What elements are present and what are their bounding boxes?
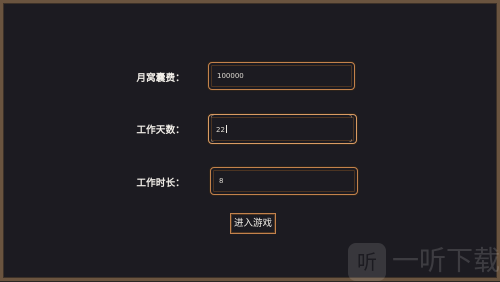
days-label: 工作天数： [136,125,185,136]
days-value: 22 [216,126,225,134]
text-cursor [225,125,227,133]
corner-top-right-icon: ⌝ [349,115,352,122]
hours-row: 工作时长： 8 [3,167,500,197]
rent-label: 月窝囊费： [136,73,185,84]
watermark-text: 一听下载 [392,246,500,277]
corner-top-left-icon: ⌜ [211,115,214,122]
days-value-wrap: 22 [216,125,227,134]
watermark: 听 一听下载 [348,242,500,282]
hours-value: 8 [219,177,224,185]
rent-input[interactable]: 100000 [208,62,355,90]
corner-bottom-left-icon: ⌞ [211,136,214,143]
enter-game-button[interactable]: 进入游戏 [230,213,276,234]
game-panel: 月窝囊费： 100000 工作天数： ⌜ ⌝ ⌞ ⌟ 22 工作时长： 8 进入… [0,0,500,281]
days-input[interactable]: ⌜ ⌝ ⌞ ⌟ 22 [208,114,357,144]
days-row: 工作天数： ⌜ ⌝ ⌞ ⌟ 22 [3,114,500,144]
rent-row: 月窝囊费： 100000 [3,62,500,92]
watermark-logo-icon: 听 [348,243,386,281]
corner-bottom-right-icon: ⌟ [349,136,352,143]
watermark-logo-glyph: 听 [357,250,377,274]
hours-input[interactable]: 8 [210,167,358,195]
rent-value: 100000 [217,72,244,80]
hours-label: 工作时长： [136,178,185,189]
